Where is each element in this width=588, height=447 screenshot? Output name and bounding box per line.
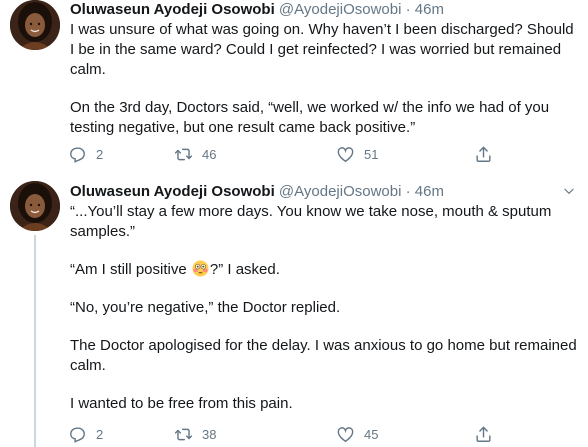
like-button[interactable]: 45 [336, 423, 378, 445]
tweet-paragraph: “...You’ll stay a few more days. You kno… [70, 203, 552, 240]
reply-button[interactable]: 2 [68, 423, 103, 445]
separator-dot: · [405, 183, 411, 200]
retweet-icon [174, 428, 193, 440]
author-handle[interactable]: @AyodejiOsowobi [279, 183, 402, 200]
heart-icon [337, 146, 354, 162]
tweet-paragraph: “Am I still positive ?” I asked. [70, 260, 580, 280]
retweet-icon [174, 148, 193, 160]
tweet-text: I was unsure of what was going on. Why h… [70, 20, 580, 138]
share-button[interactable] [474, 423, 493, 445]
author-handle[interactable]: @AyodejiOsowobi [279, 1, 402, 18]
tweet-paragraph: I wanted to be free from this pain. [70, 395, 293, 412]
reply-count: 2 [96, 426, 104, 442]
reply-button[interactable]: 2 [68, 143, 103, 165]
tweet-paragraph: “No, you’re negative,” the Doctor replie… [70, 299, 341, 316]
tweet[interactable]: Oluwaseun Ayodeji Osowobi @AyodejiOsowob… [0, 0, 588, 173]
reply-icon [70, 426, 85, 443]
avatar[interactable] [10, 0, 60, 50]
author-name[interactable]: Oluwaseun Ayodeji Osowobi [70, 183, 275, 200]
retweet-count: 46 [202, 146, 217, 162]
retweet-count: 38 [202, 426, 217, 442]
like-button[interactable]: 51 [336, 143, 378, 165]
heart-icon [337, 426, 354, 442]
tweet-paragraph: The Doctor apologised for the delay. I w… [70, 337, 577, 374]
timestamp[interactable]: 46m [415, 1, 444, 18]
tweet[interactable]: Oluwaseun Ayodeji Osowobi @AyodejiOsowob… [0, 173, 588, 447]
retweet-button[interactable]: 46 [174, 143, 216, 165]
tweet-paragraph: On the 3rd day, Doctors said, “well, we … [70, 99, 550, 136]
retweet-button[interactable]: 38 [174, 423, 216, 445]
quote-text: ?” I asked. [209, 261, 280, 278]
like-count: 51 [364, 146, 379, 162]
avatar[interactable] [10, 181, 60, 231]
tweet-header: Oluwaseun Ayodeji Osowobi @AyodejiOsowob… [70, 0, 444, 20]
tweet-actions: 2 46 51 [64, 143, 504, 165]
reply-icon [70, 146, 85, 163]
share-icon [476, 426, 491, 442]
tweet-actions: 2 38 45 [64, 423, 504, 445]
chevron-down-icon[interactable] [562, 184, 576, 198]
thread-line [34, 235, 36, 447]
flushed-face-emoji [192, 260, 209, 277]
quote-text: “Am I still positive [70, 261, 191, 278]
author-name[interactable]: Oluwaseun Ayodeji Osowobi [70, 1, 275, 18]
share-icon [476, 146, 491, 162]
tweet-text: “...You’ll stay a few more days. You kno… [70, 202, 580, 414]
separator-dot: · [405, 1, 411, 18]
tweet-header: Oluwaseun Ayodeji Osowobi @AyodejiOsowob… [70, 182, 444, 202]
tweet-paragraph: I was unsure of what was going on. Why h… [70, 21, 574, 78]
like-count: 45 [364, 426, 379, 442]
share-button[interactable] [474, 143, 493, 165]
timestamp[interactable]: 46m [415, 183, 444, 200]
reply-count: 2 [96, 146, 104, 162]
